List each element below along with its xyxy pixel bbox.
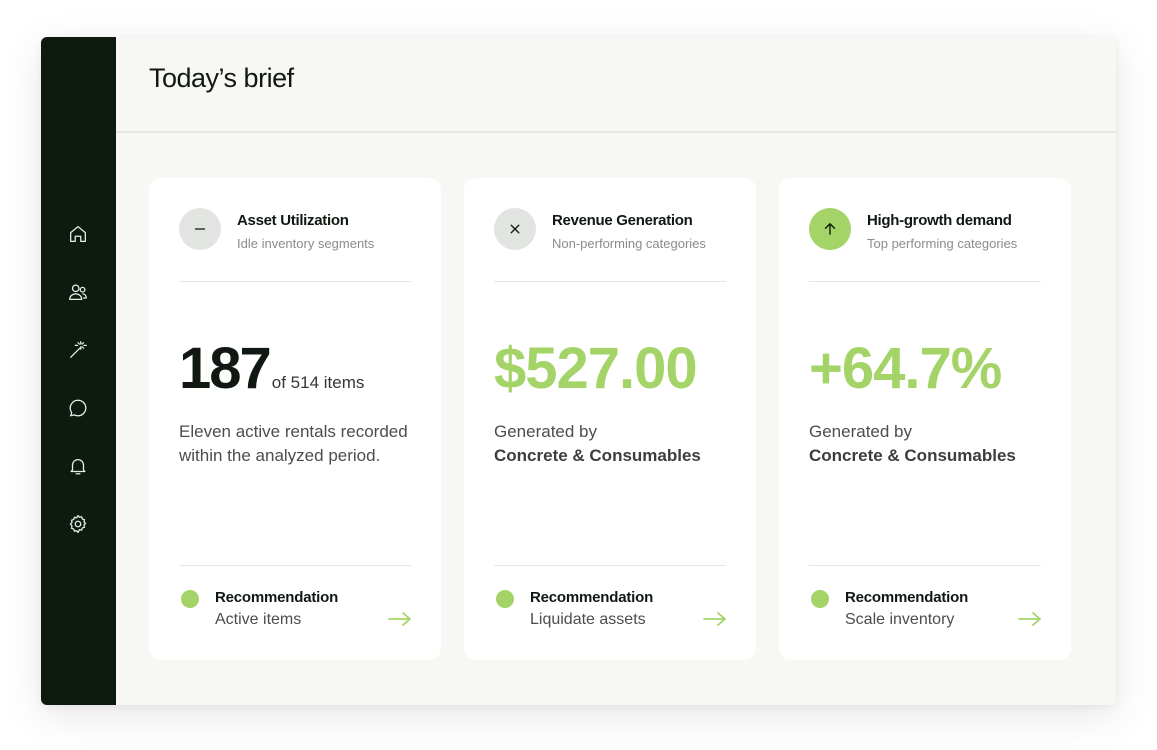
card-subtitle: Idle inventory segments bbox=[237, 236, 375, 251]
minus-icon bbox=[194, 228, 206, 230]
metric: $527.00 bbox=[494, 336, 698, 401]
page-title: Today’s brief bbox=[149, 63, 294, 93]
recommendation-label: Recommendation bbox=[215, 589, 339, 606]
sidebar-item-home[interactable] bbox=[66, 222, 90, 246]
metric: 187 of 514 items bbox=[179, 340, 364, 398]
card-subtitle: Non-performing categories bbox=[552, 236, 706, 251]
recommendation-label: Recommendation bbox=[845, 589, 969, 606]
sidebar-item-notifications[interactable] bbox=[66, 454, 90, 478]
description-category: Concrete & Consumables bbox=[809, 446, 1016, 465]
recommendation-label: Recommendation bbox=[530, 589, 654, 606]
card-title: Revenue Generation bbox=[552, 212, 693, 229]
card-description: Generated by Concrete & Consumables bbox=[494, 420, 734, 468]
card-description: Generated by Concrete & Consumables bbox=[809, 420, 1049, 468]
sidebar bbox=[41, 37, 116, 705]
status-dot bbox=[811, 590, 829, 608]
metric-value: 187 bbox=[179, 336, 272, 401]
card-icon-badge bbox=[494, 208, 536, 250]
card-revenue-generation: Revenue Generation Non-performing catego… bbox=[464, 178, 756, 660]
metric-value: $527.00 bbox=[494, 336, 698, 401]
card-title: High-growth demand bbox=[867, 212, 1012, 229]
recommendation-arrow-button[interactable] bbox=[387, 610, 413, 628]
status-dot bbox=[496, 590, 514, 608]
card-asset-utilization: Asset Utilization Idle inventory segment… bbox=[149, 178, 441, 660]
chat-icon bbox=[69, 399, 87, 417]
metric-suffix: of 514 items bbox=[271, 373, 365, 392]
divider bbox=[179, 565, 411, 566]
divider bbox=[494, 565, 726, 566]
recommendation-value: Active items bbox=[215, 611, 302, 628]
users-icon bbox=[69, 284, 87, 300]
recommendation-value: Scale inventory bbox=[845, 611, 955, 628]
arrow-up-icon bbox=[824, 223, 836, 235]
app-window: Today’s brief Asset Utilization Idle inv… bbox=[41, 37, 1116, 705]
x-icon bbox=[510, 224, 520, 234]
card-icon-badge bbox=[809, 208, 851, 250]
description-prefix: Generated by bbox=[809, 422, 913, 441]
home-icon bbox=[70, 226, 86, 242]
magic-wand-icon bbox=[70, 341, 87, 358]
divider bbox=[494, 281, 726, 282]
recommendation-value: Liquidate assets bbox=[530, 611, 646, 628]
description-category: Concrete & Consumables bbox=[494, 446, 701, 465]
sidebar-item-messages[interactable] bbox=[66, 396, 90, 420]
arrow-right-icon bbox=[703, 612, 726, 626]
bell-icon bbox=[70, 459, 86, 475]
card-high-growth-demand: High-growth demand Top performing catego… bbox=[779, 178, 1071, 660]
recommendation-arrow-button[interactable] bbox=[1017, 610, 1043, 628]
card-description: Eleven active rentals recorded within th… bbox=[179, 422, 408, 465]
status-dot bbox=[181, 590, 199, 608]
recommendation-arrow-button[interactable] bbox=[702, 610, 728, 628]
description-prefix: Generated by bbox=[494, 422, 598, 441]
divider bbox=[179, 281, 411, 282]
metric: +64.7% bbox=[809, 336, 1002, 401]
arrow-right-icon bbox=[388, 612, 411, 626]
sidebar-item-magic[interactable] bbox=[66, 338, 90, 362]
card-icon-badge bbox=[179, 208, 221, 250]
arrow-right-icon bbox=[1018, 612, 1041, 626]
sidebar-item-users[interactable] bbox=[66, 280, 90, 304]
metric-value: +64.7% bbox=[809, 336, 1002, 401]
header: Today’s brief bbox=[116, 37, 1116, 133]
card-title: Asset Utilization bbox=[237, 212, 349, 229]
card-subtitle: Top performing categories bbox=[867, 236, 1018, 251]
divider bbox=[809, 281, 1041, 282]
gear-icon bbox=[69, 514, 87, 534]
divider bbox=[809, 565, 1041, 566]
sidebar-item-settings[interactable] bbox=[66, 512, 90, 536]
